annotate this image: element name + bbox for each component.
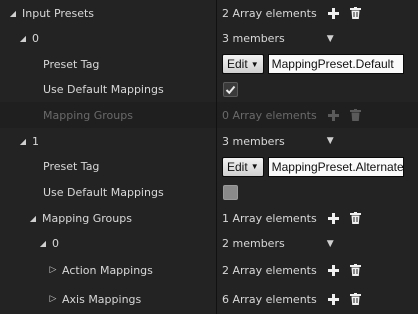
mapping-groups-label: Mapping Groups <box>43 108 133 122</box>
dropdown-arrow-icon: ▼ <box>250 162 259 171</box>
row-mapping-groups-0: Mapping Groups 0 Array elements <box>0 102 418 129</box>
use-default-checkbox[interactable] <box>223 184 238 200</box>
row-group-0: ◢ 0 2 members ▼ <box>0 231 418 257</box>
use-default-label: Use Default Mappings <box>43 83 164 96</box>
trash-icon <box>349 108 363 122</box>
chevron-down-icon[interactable]: ▼ <box>327 136 334 146</box>
collapse-arrow-icon[interactable]: ◢ <box>18 137 28 146</box>
collapse-arrow-icon[interactable]: ◢ <box>18 34 28 43</box>
preset-0-label: 0 <box>32 32 39 45</box>
mapping-groups-label: Mapping Groups <box>42 211 132 225</box>
collapse-arrow-icon[interactable]: ◢ <box>38 239 48 248</box>
chevron-down-icon[interactable]: ▼ <box>327 239 334 249</box>
details-panel: ◢ Input Presets 2 Array elements ◢ 0 3 m… <box>0 0 418 314</box>
add-element-icon[interactable] <box>327 6 341 20</box>
preset-tag-label: Preset Tag <box>43 57 100 71</box>
expand-arrow-icon[interactable]: ▷ <box>48 294 58 304</box>
checkmark-icon <box>225 85 236 95</box>
use-default-label: Use Default Mappings <box>43 185 164 199</box>
row-action-mappings: ▷ Action Mappings 2 Array elements <box>0 256 418 285</box>
collapse-arrow-icon[interactable]: ◢ <box>8 9 18 18</box>
add-element-icon[interactable] <box>327 292 341 306</box>
trash-icon[interactable] <box>349 292 363 306</box>
row-use-default-0: Use Default Mappings <box>0 77 418 103</box>
group-0-members: 2 members <box>222 237 285 250</box>
add-element-icon[interactable] <box>327 263 341 277</box>
input-presets-label: Input Presets <box>22 6 95 20</box>
chevron-down-icon[interactable]: ▼ <box>327 34 334 44</box>
edit-button-label: Edit <box>227 159 248 174</box>
collapse-arrow-icon[interactable]: ◢ <box>28 214 38 223</box>
preset-0-members: 3 members <box>222 32 285 45</box>
axis-mappings-count: 6 Array elements <box>222 292 317 306</box>
action-mappings-label: Action Mappings <box>62 263 153 277</box>
expand-arrow-icon[interactable]: ▷ <box>48 265 58 275</box>
trash-icon[interactable] <box>349 6 363 20</box>
group-0-label: 0 <box>52 237 59 250</box>
row-input-presets: ◢ Input Presets 2 Array elements <box>0 0 418 27</box>
row-axis-mappings: ▷ Axis Mappings 6 Array elements <box>0 284 418 314</box>
input-presets-count: 2 Array elements <box>222 6 317 20</box>
row-mapping-groups-1: ◢ Mapping Groups 1 Array elements <box>0 205 418 232</box>
tag-field[interactable]: MappingPreset.Alternate <box>267 156 404 177</box>
mapping-groups-count: 1 Array elements <box>222 211 317 225</box>
trash-icon[interactable] <box>349 263 363 277</box>
row-preset-tag-0: Preset Tag Edit ▼ MappingPreset.Default <box>0 51 418 78</box>
use-default-checkbox[interactable] <box>223 82 238 97</box>
edit-tag-button[interactable]: Edit ▼ <box>222 156 264 177</box>
dropdown-arrow-icon: ▼ <box>250 59 259 69</box>
edit-tag-button[interactable]: Edit ▼ <box>222 54 264 74</box>
axis-mappings-label: Axis Mappings <box>62 292 142 306</box>
add-element-icon[interactable] <box>327 211 341 225</box>
mapping-groups-count: 0 Array elements <box>222 108 317 122</box>
row-preset-tag-1: Preset Tag Edit ▼ MappingPreset.Alternate <box>0 154 418 180</box>
tag-field[interactable]: MappingPreset.Default <box>267 54 404 74</box>
action-mappings-count: 2 Array elements <box>222 263 317 277</box>
edit-button-label: Edit <box>227 57 248 71</box>
row-preset-0: ◢ 0 3 members ▼ <box>0 26 418 52</box>
row-preset-1: ◢ 1 3 members ▼ <box>0 128 418 155</box>
trash-icon[interactable] <box>349 211 363 225</box>
preset-1-members: 3 members <box>222 134 285 148</box>
row-use-default-1: Use Default Mappings <box>0 179 418 206</box>
add-element-icon <box>327 108 341 122</box>
preset-1-label: 1 <box>32 134 39 148</box>
preset-tag-label: Preset Tag <box>43 160 100 173</box>
